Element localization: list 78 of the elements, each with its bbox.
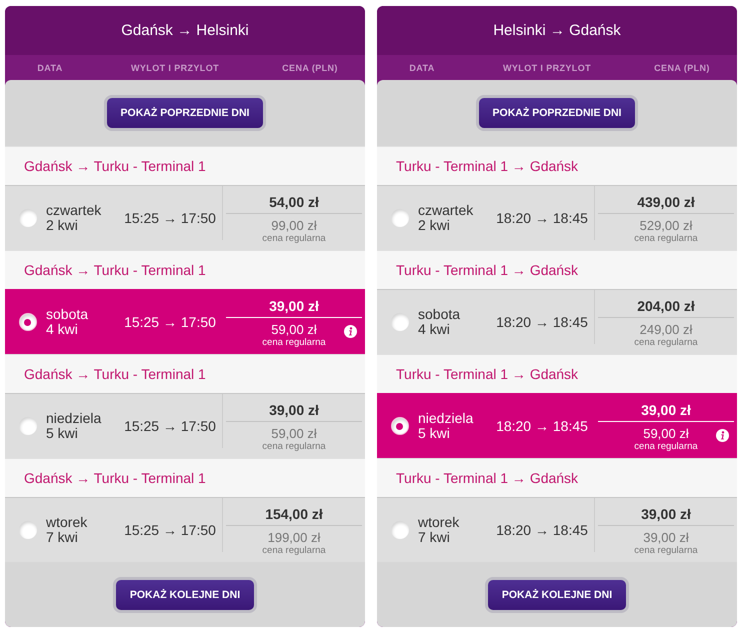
radio-button[interactable] [390,417,408,435]
route-text: Turku - Terminal 1 → Gdańsk [396,366,578,382]
previous-days-button[interactable]: POKAŻ POPRZEDNIE DNI [476,95,638,131]
column-header: CENA (PLN) [654,62,710,72]
panel-title: Helsinki → Gdańsk [493,22,621,39]
fare-price: 154,00 zł [265,506,323,524]
flight-date: czwartek 2 kwi [418,203,474,233]
regular-price-label: cena regularna [634,441,698,452]
radio-button[interactable] [390,521,408,539]
regular-price: 199,00 zł [268,530,320,545]
flight-row[interactable]: czwartek 2 kwi 15:25 → 17:50 54,00 zł 99,00 zł cena regularna [5,185,365,250]
panel-title: Gdańsk → Helsinki [121,22,249,39]
fare-price: 39,00 zł [269,298,319,316]
info-icon[interactable] [716,429,729,442]
flight-row[interactable]: wtorek 7 kwi 15:25 → 17:50 154,00 zł 199,00 zł cena regularna [5,497,365,562]
regular-price-label: cena regularna [634,337,698,348]
flight-times: 15:25 → 17:50 [124,314,216,330]
route-text: Gdańsk → Turku - Terminal 1 [24,470,206,486]
fare-price: 39,00 zł [641,506,691,524]
flight-date: sobota 4 kwi [46,307,90,337]
flight-row[interactable]: czwartek 2 kwi 18:20 → 18:45 439,00 zł 529,00 zł cena regularna [377,185,737,250]
regular-price-label: cena regularna [262,337,326,348]
route-text: Turku - Terminal 1 → Gdańsk [396,262,578,278]
flight-date: wtorek 7 kwi [418,515,460,545]
previous-days-button[interactable]: POKAŻ POPRZEDNIE DNI [104,95,266,131]
regular-price: 59,00 zł [643,426,689,441]
flight-row-selected[interactable]: niedziela 5 kwi 18:20 → 18:45 39,00 zł 59,00 zł cena regularna [377,393,737,458]
info-icon[interactable] [344,325,357,338]
flight-row-selected[interactable]: sobota 4 kwi 15:25 → 17:50 39,00 zł 59,00 zł cena regularna [5,289,365,354]
regular-price-label: cena regularna [262,545,326,556]
flight-date: niedziela 5 kwi [418,411,474,441]
flight-row[interactable]: sobota 4 kwi 18:20 → 18:45 204,00 zł 249,00 zł cena regularna [377,289,737,354]
column-header: CENA (PLN) [282,62,338,72]
regular-price-label: cena regularna [634,233,698,244]
regular-price: 249,00 zł [640,322,692,337]
regular-price: 59,00 zł [271,426,317,441]
next-days-button[interactable]: POKAŻ KOLEJNE DNI [112,576,258,612]
regular-price: 39,00 zł [643,530,689,545]
column-header: WYLOT I PRZYLOT [503,62,591,72]
flight-times: 18:20 → 18:45 [496,210,588,226]
route-text: Gdańsk → Turku - Terminal 1 [24,366,206,382]
fare-price: 54,00 zł [269,194,319,212]
fare-price: 39,00 zł [269,402,319,420]
radio-button[interactable] [390,209,408,227]
route-text: Gdańsk → Turku - Terminal 1 [24,158,206,174]
column-header: WYLOT I PRZYLOT [131,62,219,72]
regular-price: 99,00 zł [271,218,317,233]
regular-price-label: cena regularna [262,233,326,244]
flight-date: sobota 4 kwi [418,307,462,337]
radio-button[interactable] [18,313,36,331]
flight-times: 18:20 → 18:45 [496,522,588,538]
column-header: DATA [409,62,435,72]
regular-price: 529,00 zł [640,218,692,233]
route-text: Turku - Terminal 1 → Gdańsk [396,158,578,174]
flight-date: wtorek 7 kwi [46,515,88,545]
flight-times: 15:25 → 17:50 [124,418,216,434]
regular-price-label: cena regularna [634,545,698,556]
flight-date: niedziela 5 kwi [46,411,102,441]
next-days-button[interactable]: POKAŻ KOLEJNE DNI [484,576,630,612]
regular-price: 59,00 zł [271,322,317,337]
radio-button[interactable] [390,313,408,331]
radio-button[interactable] [18,209,36,227]
column-header: DATA [37,62,63,72]
route-text: Turku - Terminal 1 → Gdańsk [396,470,578,486]
flight-times: 15:25 → 17:50 [124,522,216,538]
flight-times: 18:20 → 18:45 [496,418,588,434]
flight-row[interactable]: niedziela 5 kwi 15:25 → 17:50 39,00 zł 59,00 zł cena regularna [5,393,365,458]
fare-price: 439,00 zł [637,194,695,212]
flight-row[interactable]: wtorek 7 kwi 18:20 → 18:45 39,00 zł 39,00 zł cena regularna [377,497,737,562]
flight-date: czwartek 2 kwi [46,203,102,233]
radio-button[interactable] [18,521,36,539]
flight-times: 18:20 → 18:45 [496,314,588,330]
flight-times: 15:25 → 17:50 [124,210,216,226]
fare-price: 204,00 zł [637,298,695,316]
radio-button[interactable] [18,417,36,435]
route-text: Gdańsk → Turku - Terminal 1 [24,262,206,278]
fare-price: 39,00 zł [641,402,691,420]
regular-price-label: cena regularna [262,441,326,452]
